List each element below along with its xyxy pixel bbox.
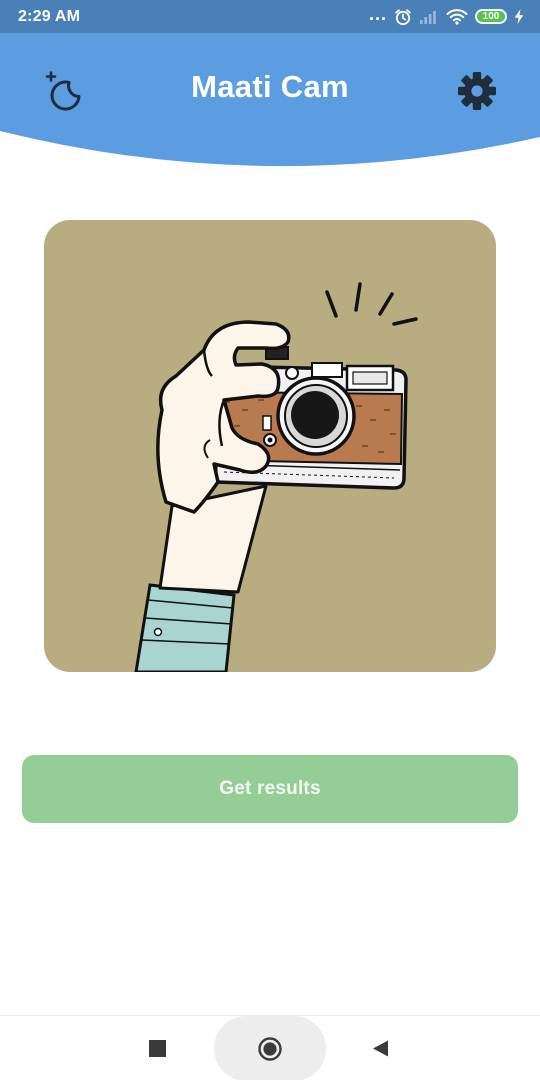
- get-results-button[interactable]: Get results: [22, 755, 518, 823]
- gear-icon[interactable]: [453, 69, 501, 113]
- wifi-icon: [446, 9, 468, 25]
- system-nav-bar: [0, 1015, 540, 1080]
- signal-icon: [420, 10, 436, 24]
- triangle-back-icon[interactable]: [371, 1039, 390, 1058]
- battery-level: 100: [482, 10, 500, 22]
- square-recents-icon[interactable]: [149, 1040, 166, 1057]
- status-icons: ... 100: [368, 3, 524, 26]
- app-header: Maati Cam: [0, 33, 540, 168]
- status-bar: 2:29 AM ... 100: [0, 0, 540, 33]
- battery-icon: 100: [475, 9, 507, 24]
- notification-dots: ...: [368, 3, 387, 24]
- alarm-icon: [395, 8, 411, 25]
- theme-moon-icon[interactable]: [40, 69, 92, 113]
- get-results-label: Get results: [219, 778, 321, 799]
- circle-home-icon[interactable]: [258, 1037, 282, 1061]
- camera-illustration: [134, 282, 418, 672]
- status-time: 2:29 AM: [18, 7, 81, 25]
- charging-bolt-icon: [514, 9, 524, 24]
- camera-illustration-card: [44, 220, 496, 672]
